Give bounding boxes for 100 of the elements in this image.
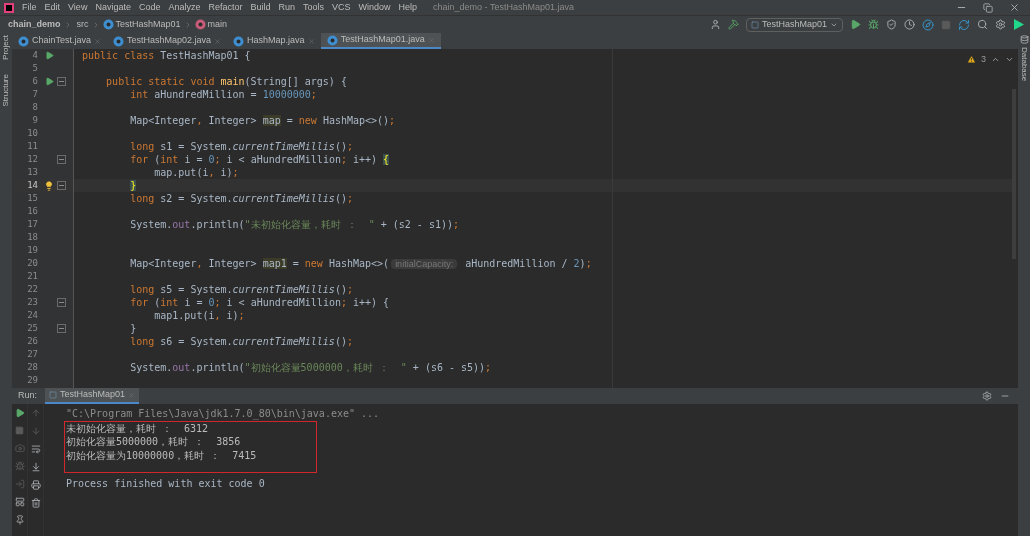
run-config-dropdown[interactable]: TestHashMap01 [745, 17, 843, 32]
line-number: 15 [27, 192, 38, 203]
line-number: 10 [27, 127, 38, 138]
breadcrumb[interactable]: TestHashMap01 [115, 17, 181, 32]
code-line: long s6 = System.currentTimeMillis(); [129, 335, 353, 348]
warning-count[interactable]: 3 [981, 53, 986, 67]
code-line: for (int i = 0; i < aHundredMillion; i++) { [129, 296, 390, 309]
code-line: Map<Integer, Integer> map1 = new HashMap<>( initialCapacity: aHundredMillion / 2); [129, 256, 592, 271]
menu-item[interactable]: Code [138, 0, 161, 15]
menu-item[interactable]: View [68, 0, 88, 15]
rerun-button[interactable] [14, 408, 25, 418]
stop-button[interactable] [15, 426, 24, 435]
coverage-button[interactable] [886, 19, 897, 30]
plugin-logo-icon[interactable] [1013, 19, 1024, 30]
line-number: 22 [27, 283, 38, 294]
console-line: 初始化容量5000000，耗时 ： 3856 [66, 435, 241, 449]
layout-button[interactable] [14, 497, 25, 507]
search-button[interactable] [977, 19, 988, 30]
close-button[interactable] [1009, 2, 1020, 13]
editor-tab[interactable]: TestHashMap02.java [107, 33, 228, 49]
update-icon[interactable] [958, 18, 970, 31]
run-gutter-icon[interactable] [44, 51, 54, 60]
code-line: Map<Integer, Integer> map = new HashMap<>(); [129, 114, 396, 127]
breadcrumb[interactable]: main [207, 17, 228, 32]
lightbulb-icon[interactable] [44, 180, 54, 191]
settings-button[interactable] [995, 19, 1006, 30]
code-line: public static void main(String[] args) { [105, 75, 347, 88]
class-icon [233, 35, 245, 47]
pin-button[interactable] [14, 515, 25, 525]
tool-window-tab[interactable]: Project [0, 35, 12, 60]
menu-item[interactable]: Edit [44, 0, 61, 15]
database-icon [1019, 35, 1029, 44]
code-line: } [129, 322, 137, 335]
debug-button[interactable] [14, 461, 25, 471]
line-number: 20 [27, 257, 38, 268]
settings-button[interactable] [982, 391, 992, 401]
class-icon [18, 35, 29, 47]
menu-item[interactable]: Help [398, 0, 418, 15]
line-number: 28 [27, 361, 38, 372]
profile-button[interactable] [904, 19, 915, 30]
soft-wrap-button[interactable] [30, 444, 41, 454]
line-number: 21 [27, 270, 38, 281]
class-icon [113, 35, 125, 47]
editor-tab[interactable]: TestHashMap01.java [320, 33, 441, 49]
restore-button[interactable] [983, 2, 993, 13]
menu-item[interactable]: File [22, 0, 37, 15]
menu-item[interactable]: Window [358, 0, 391, 15]
panel-label: Run: [18, 389, 37, 403]
editor-tab[interactable]: ChainTest.java [12, 33, 108, 49]
line-number: 29 [27, 374, 38, 385]
print-button[interactable] [30, 480, 41, 490]
console-line: 初始化容量为10000000，耗时 ： 7415 [66, 448, 257, 462]
line-number: 11 [27, 140, 38, 151]
line-number: 19 [27, 244, 38, 255]
fold-icon[interactable] [56, 77, 66, 86]
menu-item[interactable]: Tools [303, 0, 325, 15]
class-icon [102, 19, 114, 30]
window-title: chain_demo - TestHashMap01.java [433, 0, 574, 14]
menu-item[interactable]: VCS [332, 0, 351, 15]
scroll-to-end-button[interactable] [30, 462, 41, 472]
line-number: 4 [32, 49, 38, 60]
tool-window-tab[interactable]: Structure [0, 73, 12, 107]
breadcrumb[interactable]: src [76, 17, 89, 32]
compass-icon[interactable] [922, 18, 934, 31]
code-line: long s5 = System.currentTimeMillis(); [129, 283, 353, 296]
code-line: long s1 = System.currentTimeMillis(); [129, 140, 353, 153]
line-number: 12 [27, 153, 38, 164]
menu-item[interactable]: Run [278, 0, 295, 15]
menu-item[interactable]: Navigate [95, 0, 131, 15]
line-number: 16 [27, 205, 38, 216]
debug-button[interactable] [868, 19, 879, 30]
fold-icon[interactable] [56, 155, 66, 164]
code-line: public class TestHashMap01 { [81, 49, 251, 62]
code-line: map1.put(i, i); [153, 309, 245, 322]
line-number: 24 [27, 309, 38, 320]
warning-icon[interactable] [967, 55, 976, 65]
config-icon [750, 20, 759, 29]
editor-tab[interactable]: HashMap.java [227, 33, 321, 49]
fold-icon[interactable] [56, 324, 66, 333]
code-line: int aHundredMillion = 10000000; [129, 88, 317, 101]
code-line: for (int i = 0; i < aHundredMillion; i++) { [129, 153, 390, 166]
line-number: 13 [27, 166, 38, 177]
run-button[interactable] [850, 19, 861, 30]
user-icon[interactable] [709, 19, 721, 30]
line-number: 5 [32, 62, 38, 73]
config-icon [49, 391, 57, 399]
clear-button[interactable] [30, 498, 41, 508]
fold-icon[interactable] [56, 181, 66, 190]
menu-item[interactable]: Build [250, 0, 271, 15]
line-number: 23 [27, 296, 38, 307]
menu-item[interactable]: Refactor [208, 0, 243, 15]
fold-icon[interactable] [56, 298, 66, 307]
breadcrumb[interactable]: chain_demo [8, 17, 61, 32]
run-gutter-icon[interactable] [44, 77, 54, 86]
line-number: 27 [27, 348, 38, 359]
run-tab[interactable]: TestHashMap01 [45, 388, 140, 404]
menu-item[interactable]: Analyze [168, 0, 201, 15]
tool-window-tab[interactable]: Database [1018, 47, 1030, 82]
console-line: 未初始化容量，耗时 ： 6312 [66, 421, 209, 435]
build-button[interactable] [727, 19, 739, 30]
